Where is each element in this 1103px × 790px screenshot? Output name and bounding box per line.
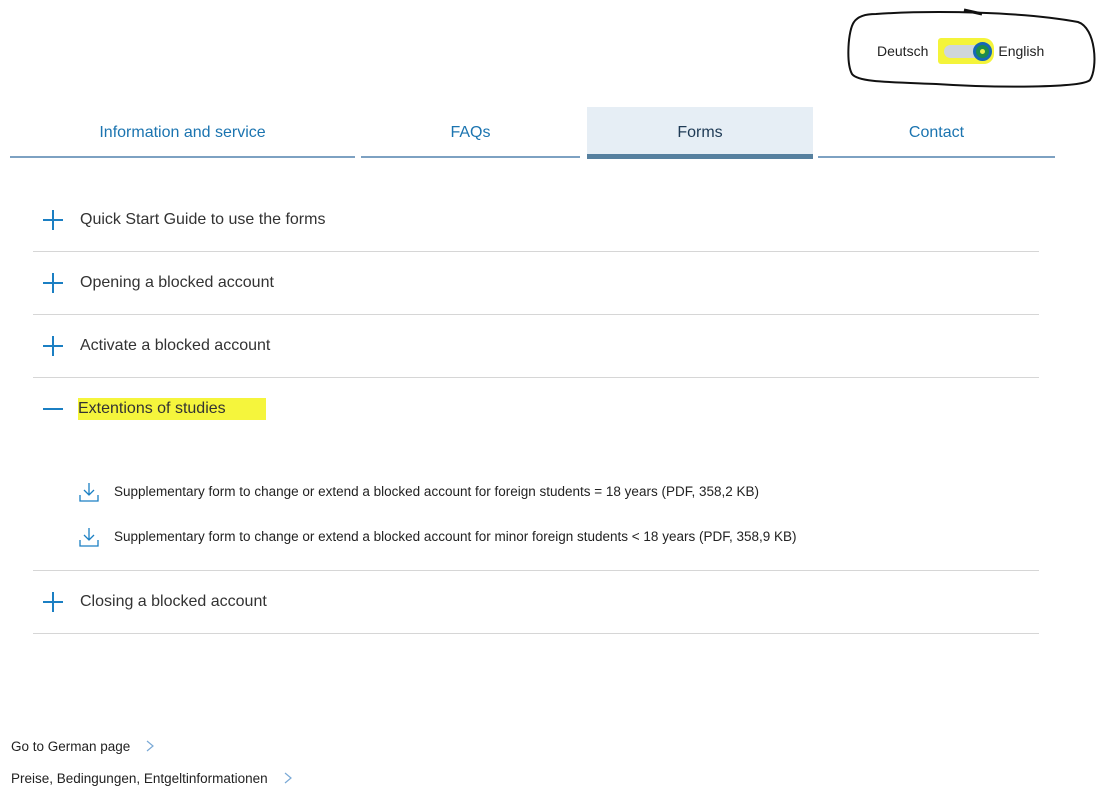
accordion-item-extentions: Extentions of studies Supplementary form… (33, 378, 1039, 571)
forms-accordion: Quick Start Guide to use the forms Openi… (33, 189, 1039, 634)
chevron-right-icon (284, 772, 292, 784)
tab-label: FAQs (450, 124, 491, 141)
tab-bar: Information and service FAQs Forms Conta… (10, 107, 1056, 159)
plus-icon (43, 273, 63, 293)
accordion-title: Closing a blocked account (80, 593, 267, 610)
plus-icon (43, 592, 63, 612)
download-link[interactable]: Supplementary form to change or extend a… (78, 480, 1039, 503)
accordion-header[interactable]: Opening a blocked account (33, 252, 1039, 314)
footer-link-preise[interactable]: Preise, Bedingungen, Entgeltinformatione… (11, 767, 292, 789)
accordion-title: Quick Start Guide to use the forms (80, 211, 326, 228)
tab-forms[interactable]: Forms (587, 107, 813, 159)
tab-information-and-service[interactable]: Information and service (10, 107, 355, 159)
language-switch: Deutsch English (877, 38, 1044, 64)
accordion-header[interactable]: Quick Start Guide to use the forms (33, 189, 1039, 251)
minus-icon (43, 399, 63, 419)
tab-faqs[interactable]: FAQs (361, 107, 580, 159)
plus-icon (43, 210, 63, 230)
footer-links: Go to German page Preise, Bedingungen, E… (11, 735, 292, 790)
accordion-title: Extentions of studies (78, 398, 266, 420)
tab-contact[interactable]: Contact (818, 107, 1055, 159)
accordion-title: Opening a blocked account (80, 274, 274, 291)
footer-link-label: Go to German page (11, 738, 131, 754)
chevron-right-icon (146, 740, 155, 752)
tab-label: Contact (908, 124, 965, 141)
accordion-body: Supplementary form to change or extend a… (33, 440, 1039, 570)
accordion-item-quick-start: Quick Start Guide to use the forms (33, 189, 1039, 252)
accordion-item-closing: Closing a blocked account (33, 571, 1039, 634)
footer-link-german-page[interactable]: Go to German page (11, 735, 292, 757)
tab-label: Information and service (99, 124, 266, 141)
accordion-title: Activate a blocked account (80, 337, 271, 354)
download-icon (79, 527, 99, 547)
language-label-english[interactable]: English (998, 43, 1044, 59)
footer-link-label: Preise, Bedingungen, Entgeltinformatione… (11, 770, 268, 786)
accordion-item-activate: Activate a blocked account (33, 315, 1039, 378)
download-link[interactable]: Supplementary form to change or extend a… (78, 525, 1039, 548)
language-toggle[interactable] (938, 38, 995, 64)
accordion-item-opening: Opening a blocked account (33, 252, 1039, 315)
plus-icon (43, 336, 63, 356)
accordion-header[interactable]: Closing a blocked account (33, 571, 1039, 633)
accordion-header[interactable]: Extentions of studies (33, 378, 1039, 440)
accordion-header[interactable]: Activate a blocked account (33, 315, 1039, 377)
tab-label: Forms (677, 124, 723, 141)
download-label: Supplementary form to change or extend a… (114, 529, 797, 544)
download-label: Supplementary form to change or extend a… (114, 484, 759, 499)
download-icon (79, 482, 99, 502)
language-label-deutsch[interactable]: Deutsch (877, 43, 928, 59)
